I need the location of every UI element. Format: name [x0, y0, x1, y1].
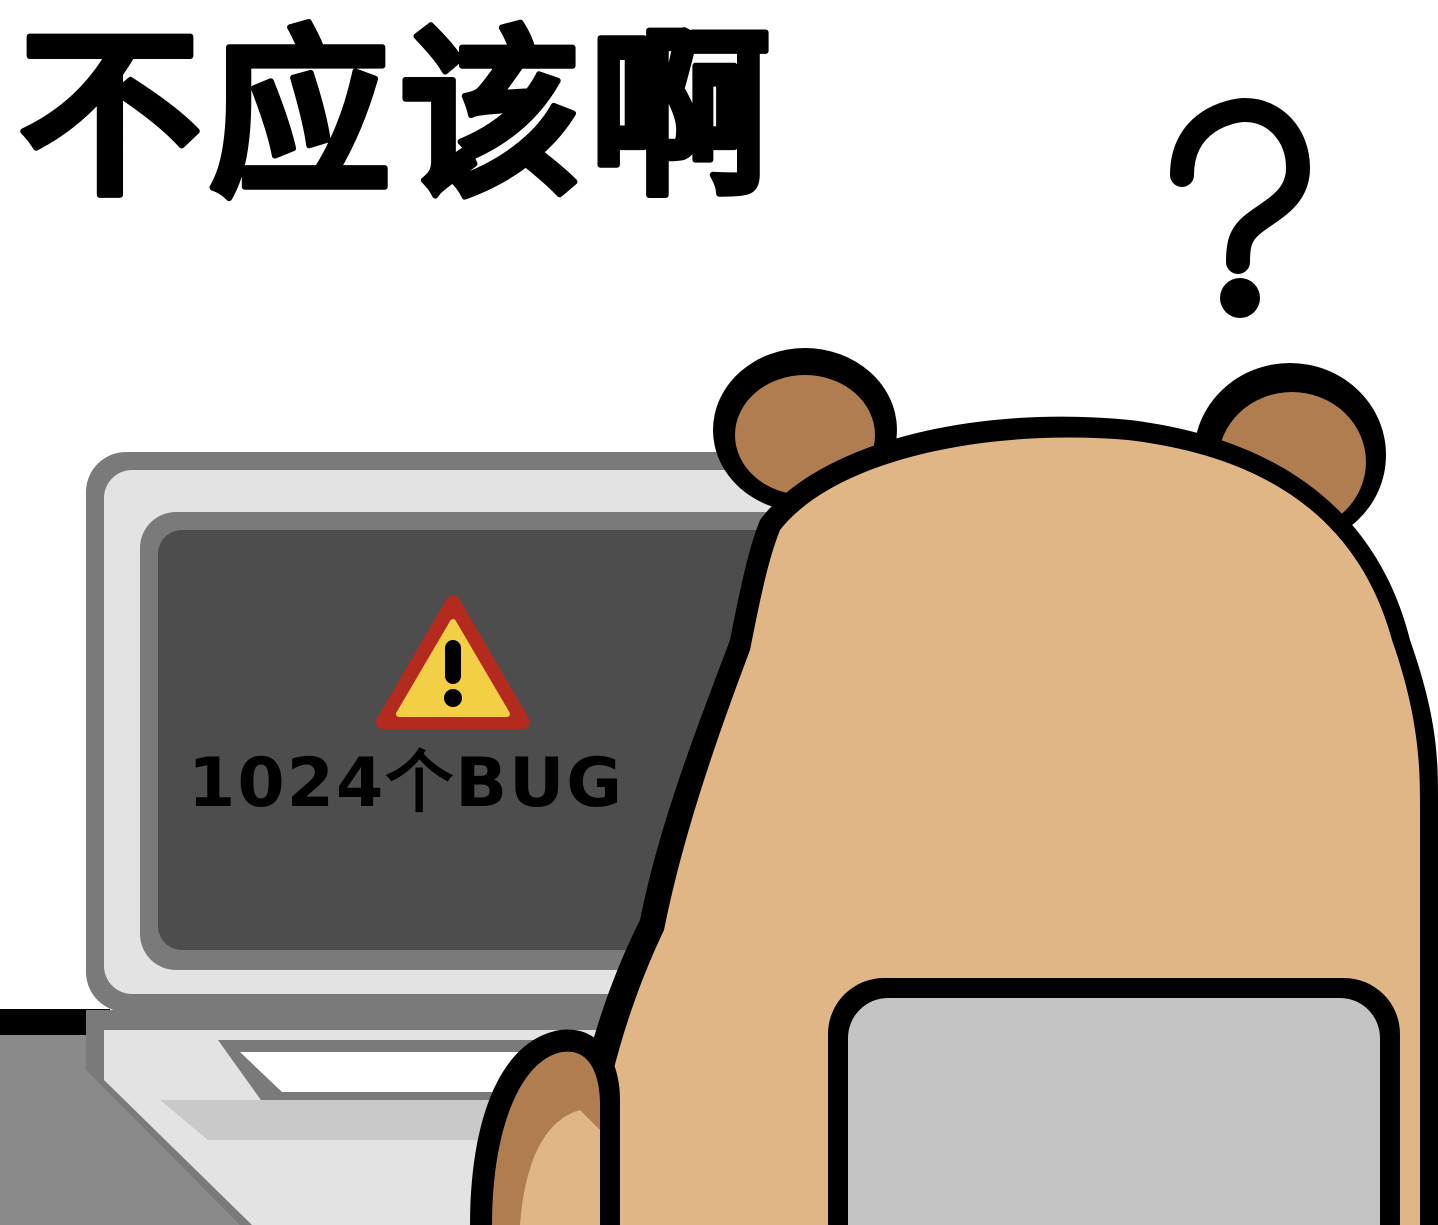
screen-message: 1024个BUG	[188, 744, 624, 823]
meme-illustration: 1024个BUG ? 不应该啊	[0, 0, 1438, 1225]
bear-back-patch	[828, 978, 1400, 1225]
caption-text: 不应该啊	[20, 12, 780, 221]
